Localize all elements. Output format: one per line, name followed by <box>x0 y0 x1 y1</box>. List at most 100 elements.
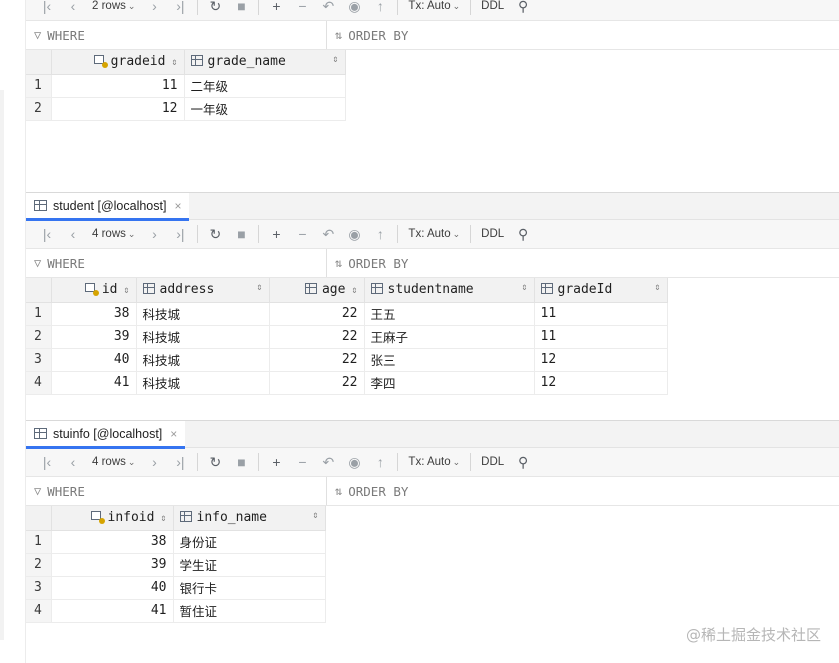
column-header-age[interactable]: age ⇕ <box>269 278 365 303</box>
table-cell[interactable]: 12 <box>51 97 185 121</box>
preview-changes-icon[interactable]: ◉ <box>341 454 367 471</box>
submit-icon[interactable]: ↑ <box>367 0 393 14</box>
where-filter-input[interactable]: ▽ WHERE <box>26 21 327 49</box>
sort-arrows-icon[interactable]: ⇕ <box>521 282 527 293</box>
table-cell[interactable]: 38 <box>51 302 137 326</box>
row-number[interactable]: 3 <box>26 576 52 600</box>
submit-icon[interactable]: ↑ <box>367 454 393 470</box>
table-cell[interactable]: 39 <box>51 553 174 577</box>
row-number[interactable]: 2 <box>26 325 52 349</box>
row-number[interactable]: 3 <box>26 348 52 372</box>
add-row-icon[interactable]: + <box>263 0 289 14</box>
first-page-icon[interactable]: |‹ <box>34 226 60 242</box>
add-row-icon[interactable]: + <box>263 226 289 242</box>
search-icon[interactable]: ⚲ <box>510 454 536 471</box>
close-icon[interactable]: × <box>174 199 181 213</box>
column-header-address[interactable]: address ⇕ <box>136 278 270 303</box>
sort-arrows-icon[interactable]: ⇕ <box>160 513 166 524</box>
sort-arrows-icon[interactable]: ⇕ <box>654 282 660 293</box>
search-icon[interactable]: ⚲ <box>510 0 536 15</box>
delete-row-icon[interactable]: − <box>289 226 315 242</box>
stop-icon[interactable]: ■ <box>228 454 254 470</box>
prev-page-icon[interactable]: ‹ <box>60 454 86 470</box>
table-row[interactable]: 1 38 身份证 <box>26 530 326 554</box>
table-cell[interactable]: 39 <box>51 325 137 349</box>
table-row[interactable]: 2 39 科技城 22 王麻子 11 <box>26 325 668 349</box>
next-page-icon[interactable]: › <box>141 454 167 470</box>
table-cell[interactable]: 张三 <box>364 348 535 372</box>
ddl-button[interactable]: DDL <box>475 0 510 12</box>
preview-changes-icon[interactable]: ◉ <box>341 0 367 15</box>
table-cell[interactable]: 11 <box>51 74 185 98</box>
table-row[interactable]: 1 11 二年级 <box>26 74 346 98</box>
sort-arrows-icon[interactable]: ⇕ <box>123 285 129 296</box>
table-row[interactable]: 3 40 银行卡 <box>26 576 326 600</box>
grid-corner[interactable] <box>26 278 52 303</box>
column-header-grade-name[interactable]: grade_name ⇕ <box>184 50 346 75</box>
rows-count-dropdown[interactable]: 4 rows ⌄ <box>86 456 141 468</box>
table-row[interactable]: 2 12 一年级 <box>26 97 346 121</box>
table-cell[interactable]: 银行卡 <box>173 576 326 600</box>
table-row[interactable]: 4 41 科技城 22 李四 12 <box>26 371 668 395</box>
table-cell[interactable]: 科技城 <box>136 325 270 349</box>
prev-page-icon[interactable]: ‹ <box>60 0 86 14</box>
first-page-icon[interactable]: |‹ <box>34 454 60 470</box>
add-row-icon[interactable]: + <box>263 454 289 470</box>
row-number[interactable]: 1 <box>26 74 52 98</box>
row-number[interactable]: 2 <box>26 553 52 577</box>
revert-icon[interactable]: ↶ <box>315 0 341 15</box>
sort-arrows-icon[interactable]: ⇕ <box>351 285 357 296</box>
table-cell[interactable]: 11 <box>534 302 668 326</box>
ddl-button[interactable]: DDL <box>475 456 510 468</box>
table-cell[interactable]: 22 <box>269 371 365 395</box>
table-cell[interactable]: 一年级 <box>184 97 346 121</box>
prev-page-icon[interactable]: ‹ <box>60 226 86 242</box>
column-header-info-name[interactable]: info_name ⇕ <box>173 506 326 531</box>
next-page-icon[interactable]: › <box>141 0 167 14</box>
table-cell[interactable]: 22 <box>269 325 365 349</box>
table-cell[interactable]: 41 <box>51 599 174 623</box>
sort-arrows-icon[interactable]: ⇕ <box>171 57 177 68</box>
row-number[interactable]: 4 <box>26 371 52 395</box>
tx-mode-dropdown[interactable]: Tx: Auto ⌄ <box>402 228 466 240</box>
where-filter-input[interactable]: ▽ WHERE <box>26 477 327 505</box>
sort-arrows-icon[interactable]: ⇕ <box>332 54 338 65</box>
grid-corner[interactable] <box>26 506 52 531</box>
refresh-icon[interactable]: ↻ <box>202 454 228 471</box>
sort-arrows-icon[interactable]: ⇕ <box>256 282 262 293</box>
row-number[interactable]: 1 <box>26 530 52 554</box>
row-number[interactable]: 4 <box>26 599 52 623</box>
refresh-icon[interactable]: ↻ <box>202 226 228 243</box>
tx-mode-dropdown[interactable]: Tx: Auto ⌄ <box>402 456 466 468</box>
table-cell[interactable]: 王五 <box>364 302 535 326</box>
last-page-icon[interactable]: ›| <box>167 0 193 14</box>
where-filter-input[interactable]: ▽ WHERE <box>26 249 327 277</box>
tab-stuinfo[interactable]: stuinfo [@localhost] × <box>26 421 186 449</box>
table-cell[interactable]: 科技城 <box>136 302 270 326</box>
table-row[interactable]: 1 38 科技城 22 王五 11 <box>26 302 668 326</box>
rows-count-dropdown[interactable]: 2 rows ⌄ <box>86 0 141 12</box>
table-cell[interactable]: 学生证 <box>173 553 326 577</box>
preview-changes-icon[interactable]: ◉ <box>341 226 367 243</box>
column-header-studentname[interactable]: studentname ⇕ <box>364 278 535 303</box>
table-cell[interactable]: 王麻子 <box>364 325 535 349</box>
column-header-infoid[interactable]: infoid ⇕ <box>51 506 174 531</box>
table-cell[interactable]: 科技城 <box>136 371 270 395</box>
order-by-input[interactable]: ⇅ ORDER BY <box>327 249 839 277</box>
table-cell[interactable]: 12 <box>534 371 668 395</box>
rows-count-dropdown[interactable]: 4 rows ⌄ <box>86 228 141 240</box>
tab-student[interactable]: student [@localhost] × <box>26 193 190 221</box>
order-by-input[interactable]: ⇅ ORDER BY <box>327 477 839 505</box>
next-page-icon[interactable]: › <box>141 226 167 242</box>
refresh-icon[interactable]: ↻ <box>202 0 228 15</box>
column-header-gradeid[interactable]: gradeid ⇕ <box>51 50 185 75</box>
stop-icon[interactable]: ■ <box>228 0 254 14</box>
order-by-input[interactable]: ⇅ ORDER BY <box>327 21 839 49</box>
table-row[interactable]: 4 41 暂住证 <box>26 599 326 623</box>
row-number[interactable]: 2 <box>26 97 52 121</box>
table-cell[interactable]: 李四 <box>364 371 535 395</box>
table-row[interactable]: 3 40 科技城 22 张三 12 <box>26 348 668 372</box>
table-cell[interactable]: 二年级 <box>184 74 346 98</box>
last-page-icon[interactable]: ›| <box>167 226 193 242</box>
table-cell[interactable]: 暂住证 <box>173 599 326 623</box>
